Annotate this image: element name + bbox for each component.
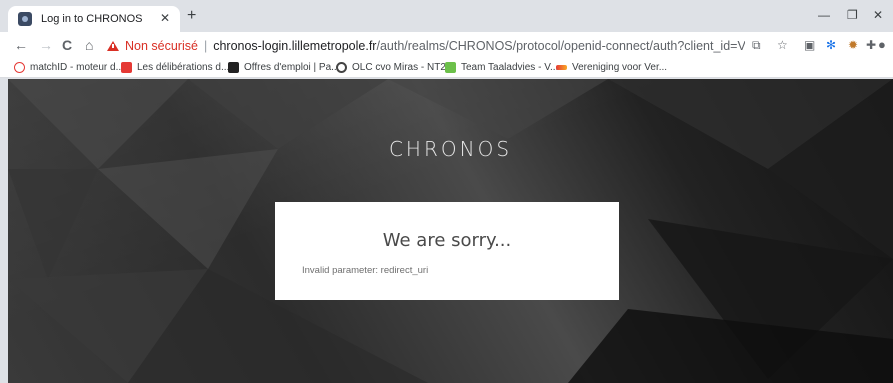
bookmark-favicon-icon xyxy=(121,62,132,73)
error-heading: We are sorry... xyxy=(382,230,512,251)
bookmark-label: Les délibérations d... xyxy=(137,62,230,73)
star-icon[interactable]: ☆ xyxy=(777,38,788,52)
error-message: Invalid parameter: redirect_uri xyxy=(302,265,429,276)
forward-button[interactable]: → xyxy=(39,37,53,53)
menu-icon[interactable]: ⋮ xyxy=(888,38,893,52)
bookmark-label: matchID - moteur d... xyxy=(30,62,124,73)
bookmark-favicon-icon xyxy=(14,62,25,73)
brand-title: CHRONOS xyxy=(388,137,513,161)
bookmarks-bar: matchID - moteur d... Les délibérations … xyxy=(0,60,893,78)
url-separator: | xyxy=(203,39,208,53)
tab-strip: Log in to CHRONOS ✕ + — ❐ ✕ xyxy=(0,0,893,32)
bookmark-favicon-icon xyxy=(228,62,239,73)
snowflake-icon[interactable]: ✻ xyxy=(826,38,836,52)
close-tab-icon[interactable]: ✕ xyxy=(160,11,170,25)
close-window-button[interactable]: ✕ xyxy=(873,8,883,22)
tab-chronos-login[interactable]: Log in to CHRONOS ✕ xyxy=(8,6,180,32)
maximize-button[interactable]: ❐ xyxy=(847,8,858,22)
extension-icon[interactable]: ▣ xyxy=(804,38,815,52)
bookmark-item[interactable]: Team Taaladvies - V... xyxy=(445,62,558,73)
bookmark-item[interactable]: Vereniging voor Ver... xyxy=(556,62,667,73)
back-button[interactable]: ← xyxy=(14,37,28,53)
url-path: /auth/realms/CHRONOS/protocol/openid-con… xyxy=(376,39,745,53)
bookmark-favicon-icon xyxy=(336,62,347,73)
home-button[interactable]: ⌂ xyxy=(85,37,93,53)
reload-button[interactable]: C xyxy=(62,37,72,53)
translate-icon[interactable]: ⧉ xyxy=(752,38,761,52)
bookmark-favicon-icon xyxy=(556,65,567,70)
puzzle-icon[interactable]: ✚ xyxy=(866,38,876,52)
url-host: chronos-login.lillemetropole.fr xyxy=(213,39,377,53)
site-favicon-icon xyxy=(18,12,32,26)
bookmark-label: Vereniging voor Ver... xyxy=(572,62,668,73)
page-background: CHRONOS We are sorry... Invalid paramete… xyxy=(8,79,893,383)
bookmark-label: Team Taaladvies - V... xyxy=(461,62,559,73)
new-tab-button[interactable]: + xyxy=(187,8,196,24)
bookmark-label: Offres d'emploi | Pa... xyxy=(244,62,340,73)
browser-toolbar: ← → C ⌂ Non sécurisé | chronos-login.lil… xyxy=(0,32,893,60)
bookmark-item[interactable]: Les délibérations d... xyxy=(121,62,229,73)
gear-extension-icon[interactable]: ✹ xyxy=(848,38,858,52)
security-status[interactable]: Non sécurisé xyxy=(125,39,198,53)
bookmark-item[interactable]: Offres d'emploi | Pa... xyxy=(228,62,339,73)
bookmark-label: OLC cvo Miras - NT2 xyxy=(352,62,446,73)
minimize-button[interactable]: — xyxy=(818,8,830,22)
address-bar[interactable]: Non sécurisé | chronos-login.lillemetrop… xyxy=(107,35,745,57)
profile-icon[interactable]: ● xyxy=(878,38,886,52)
error-card: We are sorry... Invalid parameter: redir… xyxy=(275,202,619,300)
bookmark-favicon-icon xyxy=(445,62,456,73)
bookmark-item[interactable]: matchID - moteur d... xyxy=(14,62,124,73)
bookmark-item[interactable]: OLC cvo Miras - NT2 xyxy=(336,62,446,73)
tab-title: Log in to CHRONOS xyxy=(41,13,143,25)
warning-icon xyxy=(107,41,119,51)
